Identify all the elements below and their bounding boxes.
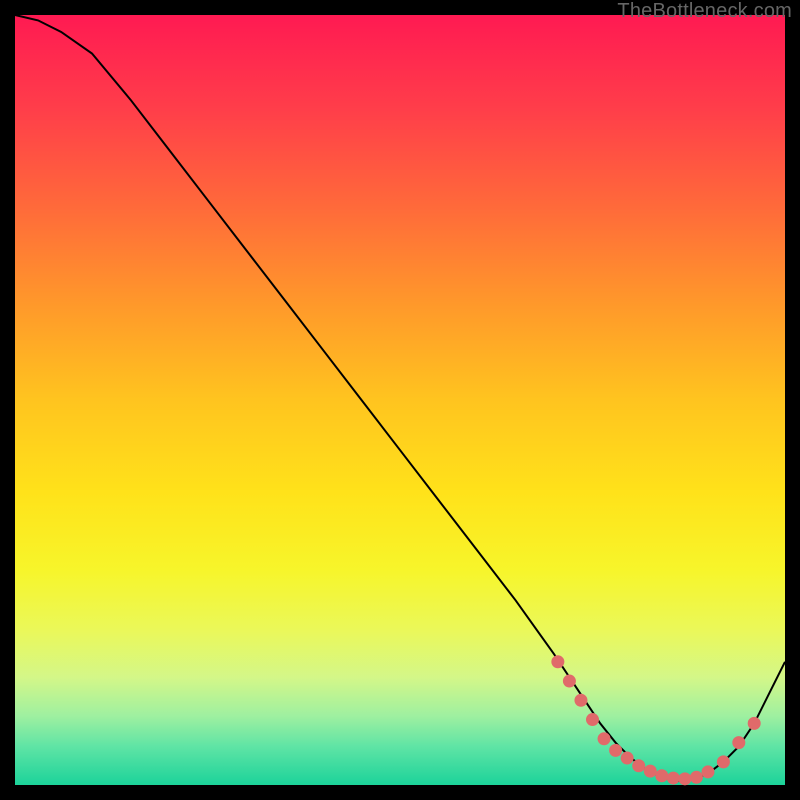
- curve-marker: [717, 755, 730, 768]
- bottleneck-curve-svg: [15, 15, 785, 785]
- watermark-text: TheBottleneck.com: [617, 0, 792, 23]
- curve-marker: [702, 765, 715, 778]
- curve-marker: [632, 759, 645, 772]
- chart-plot-area: [15, 15, 785, 785]
- curve-marker: [678, 772, 691, 785]
- curve-marker: [598, 732, 611, 745]
- chart-stage: TheBottleneck.com: [0, 0, 800, 800]
- curve-marker: [621, 752, 634, 765]
- curve-marker: [644, 765, 657, 778]
- curve-marker: [563, 675, 576, 688]
- curve-marker: [732, 736, 745, 749]
- curve-marker: [690, 771, 703, 784]
- curve-marker: [655, 769, 668, 782]
- curve-marker: [551, 655, 564, 668]
- bottleneck-curve-path: [15, 15, 785, 781]
- curve-marker: [574, 694, 587, 707]
- curve-marker: [609, 744, 622, 757]
- curve-marker: [748, 717, 761, 730]
- curve-marker: [586, 713, 599, 726]
- curve-marker: [667, 772, 680, 785]
- curve-markers: [551, 655, 760, 785]
